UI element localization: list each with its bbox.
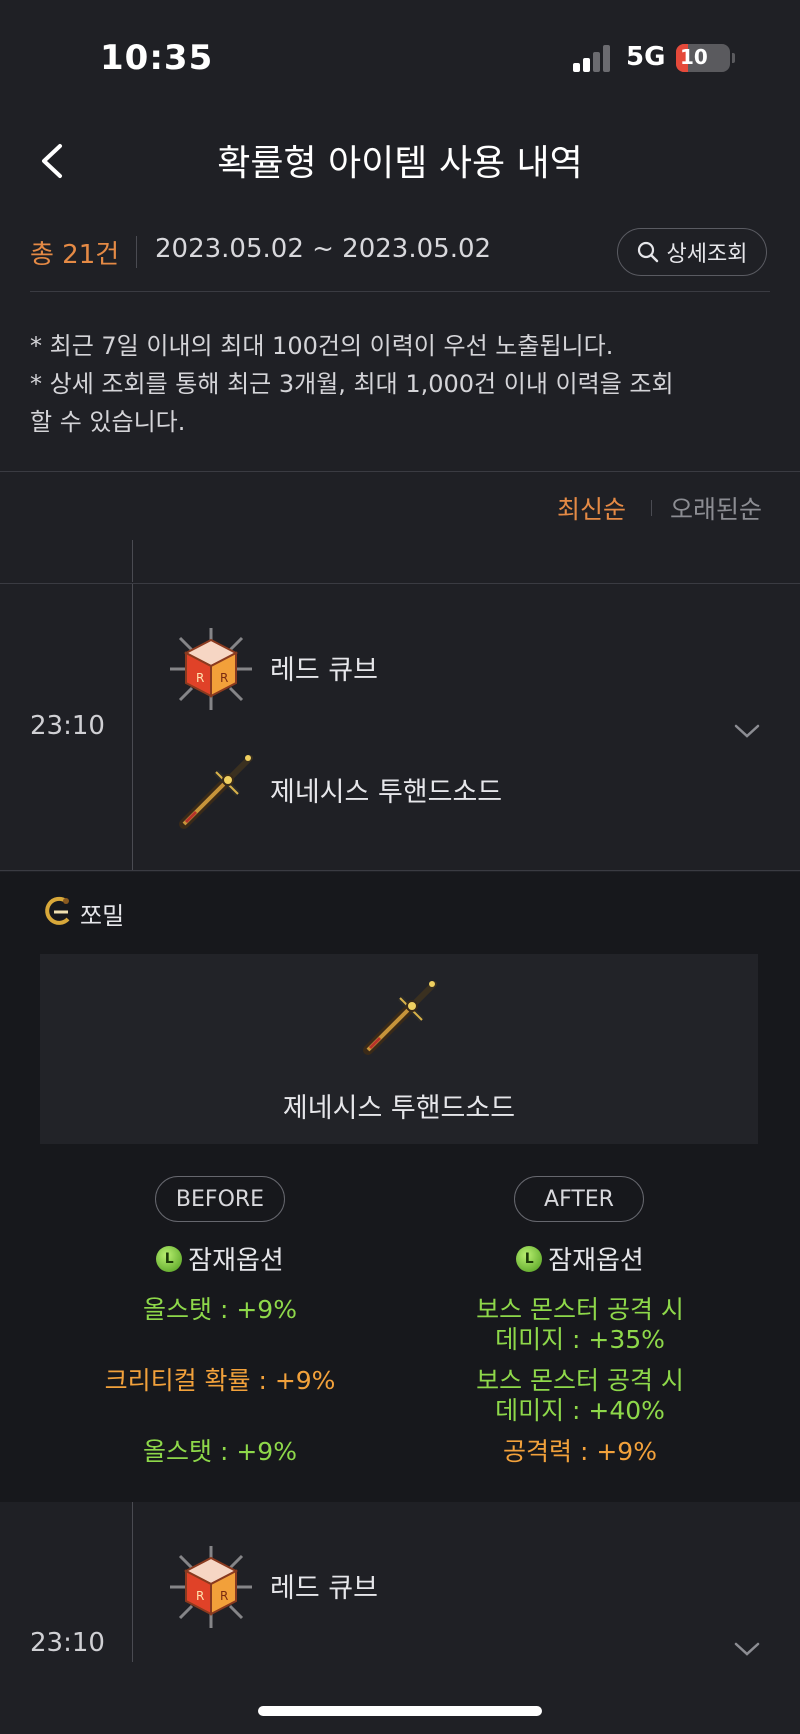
notice-line: 할 수 있습니다. (30, 408, 186, 436)
total-count: 총 21건 (30, 240, 120, 270)
character-name: 쪼밀 (80, 902, 125, 930)
entry-time: 23:10 (30, 1628, 105, 1658)
svg-text:R: R (196, 671, 204, 685)
after-option-line: 데미지 : +35% (495, 1325, 665, 1354)
after-option: 보스 몬스터 공격 시 데미지 : +40% (400, 1366, 760, 1426)
before-option: 올스탯 : +9% (143, 1295, 297, 1324)
history-entry[interactable]: 23:10 R R 레드 큐브 제네시스 투핸드소드 (0, 584, 800, 870)
sort-newest-button[interactable]: 최신순 (557, 490, 626, 526)
battery-icon: 10 (676, 44, 735, 72)
timeline-line (132, 540, 133, 582)
after-option-header: L 잠재옵션 (400, 1240, 760, 1277)
history-entry[interactable]: 23:10 R R 레드 큐브 (0, 1502, 800, 1734)
timeline-line (132, 584, 133, 870)
battery-level: 10 (680, 45, 708, 69)
sword-icon (170, 748, 260, 838)
svg-text:R: R (220, 671, 228, 685)
sword-icon (354, 974, 444, 1064)
used-item-name: 레드 큐브 (270, 655, 378, 686)
divider (30, 291, 770, 292)
target-item-name: 제네시스 투핸드소드 (270, 777, 503, 808)
notice-line: * 최근 7일 이내의 최대 100건의 이력이 우선 노출됩니다. (30, 332, 614, 360)
red-cube-icon: R R (168, 626, 254, 712)
item-card: 제네시스 투핸드소드 (40, 954, 758, 1144)
cellular-signal-icon (573, 44, 613, 72)
status-time: 10:35 (100, 38, 214, 78)
divider (136, 236, 137, 268)
after-option-line: 데미지 : +40% (495, 1396, 665, 1425)
after-badge: AFTER (514, 1176, 644, 1222)
divider (651, 500, 652, 516)
character-class-icon (40, 895, 74, 929)
option-title: 잠재옵션 (188, 1246, 284, 1276)
svg-text:R: R (220, 1589, 228, 1603)
before-option-header: L 잠재옵션 (40, 1240, 400, 1277)
network-type: 5G (626, 42, 666, 72)
page-title: 확률형 아이템 사용 내역 (217, 143, 583, 184)
timeline-line (132, 1502, 133, 1662)
entry-time: 23:10 (30, 711, 105, 741)
before-option: 올스탯 : +9% (143, 1437, 297, 1466)
used-item-name: 레드 큐브 (270, 1573, 378, 1604)
before-option: 크리티컬 확률 : +9% (104, 1366, 336, 1395)
after-option-line: 보스 몬스터 공격 시 (476, 1366, 684, 1395)
notice-line: * 상세 조회를 통해 최근 3개월, 최대 1,000건 이내 이력을 조회 (30, 370, 674, 398)
after-option: 공격력 : +9% (503, 1437, 657, 1466)
after-option: 보스 몬스터 공격 시 데미지 : +35% (400, 1295, 760, 1355)
option-title: 잠재옵션 (548, 1246, 644, 1276)
divider (0, 471, 800, 472)
search-icon (637, 241, 658, 263)
detail-item-name: 제네시스 투핸드소드 (282, 1093, 516, 1124)
red-cube-icon: R R (168, 1544, 254, 1630)
legendary-grade-icon: L (516, 1245, 543, 1272)
chevron-down-icon[interactable] (732, 1640, 762, 1658)
detail-search-button[interactable]: 상세조회 (617, 228, 767, 276)
chevron-down-icon[interactable] (732, 722, 762, 740)
before-badge: BEFORE (155, 1176, 285, 1222)
legendary-grade-icon: L (156, 1245, 183, 1272)
after-option-line: 보스 몬스터 공격 시 (476, 1295, 684, 1324)
detail-search-label: 상세조회 (666, 242, 748, 267)
sort-oldest-button[interactable]: 오래된순 (670, 490, 762, 526)
divider (0, 870, 800, 871)
svg-text:R: R (196, 1589, 204, 1603)
date-range: 2023.05.02 ~ 2023.05.02 (155, 234, 492, 264)
home-indicator[interactable] (258, 1706, 542, 1716)
